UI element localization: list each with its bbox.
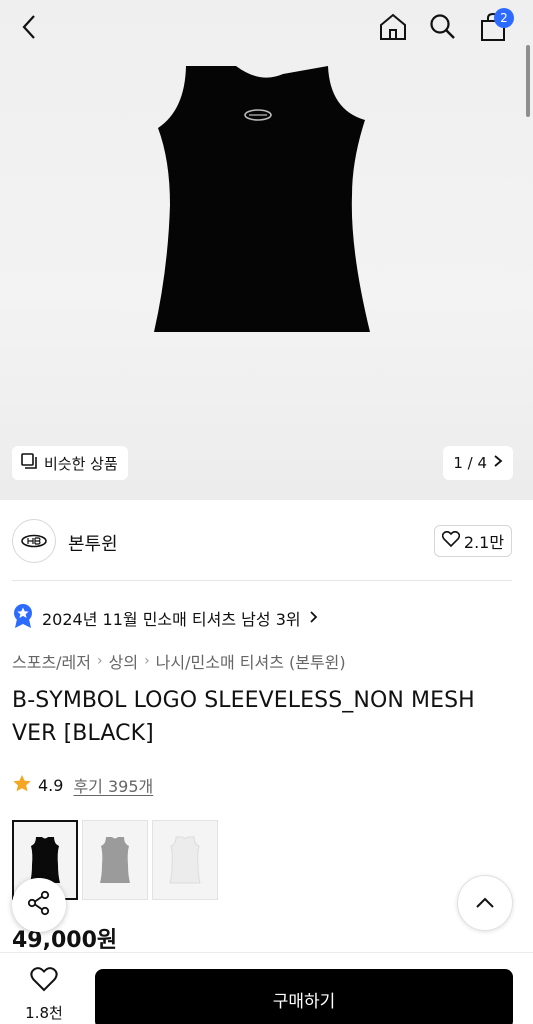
rating-row[interactable]: 4.9 후기 395개 (12, 772, 153, 798)
share-button[interactable] (12, 878, 66, 932)
rating-value: 4.9 (38, 775, 64, 795)
review-count-link[interactable]: 후기 395개 (73, 773, 153, 797)
heart-icon (30, 967, 58, 996)
chevron-right-icon: › (144, 653, 150, 669)
search-button[interactable] (424, 10, 462, 48)
back-button[interactable] (10, 10, 48, 48)
cart-count-badge: 2 (494, 8, 514, 28)
breadcrumb-item[interactable]: 상의 (109, 649, 138, 673)
variant-thumb-gray[interactable] (82, 820, 148, 900)
similar-products-label: 비슷한 상품 (44, 454, 118, 473)
heart-icon (441, 530, 461, 551)
breadcrumb: 스포츠/레저 › 상의 › 나시/민소매 티셔츠 (본투윈) (12, 650, 346, 672)
bottom-action-bar: 1.8천 구매하기 (0, 952, 533, 1024)
search-icon (429, 13, 457, 45)
divider (12, 580, 512, 581)
breadcrumb-item[interactable]: 나시/민소매 티셔츠 (본투윈) (156, 649, 346, 673)
buy-button[interactable]: 구매하기 (95, 969, 513, 1024)
share-icon (26, 890, 52, 920)
wishlist-button[interactable]: 1.8천 (14, 967, 74, 1024)
image-pager[interactable]: 1 / 4 (443, 446, 513, 480)
chevron-left-icon (21, 14, 37, 44)
tank-top-image (154, 66, 370, 332)
brand-like-count: 2.1만 (463, 533, 505, 552)
image-pager-text: 1 / 4 (453, 454, 487, 472)
home-icon (378, 12, 408, 46)
brand-row[interactable]: 본투윈 2.1만 (0, 500, 533, 580)
chevron-right-icon: › (97, 653, 103, 669)
similar-products-button[interactable]: 비슷한 상품 (12, 446, 128, 480)
product-title: B-SYMBOL LOGO SLEEVELESS_NON MESH VER [B… (12, 688, 475, 746)
similar-icon (20, 452, 38, 474)
brand-like-button[interactable]: 2.1만 (434, 525, 512, 557)
brand-name[interactable]: 본투윈 (68, 530, 118, 556)
ranking-text: 2024년 11월 민소매 티셔츠 남성 3위 (42, 610, 301, 629)
ranking-link[interactable]: 2024년 11월 민소매 티셔츠 남성 3위 (12, 604, 318, 632)
scrollbar[interactable] (526, 45, 530, 117)
product-hero-image[interactable]: 비슷한 상품 1 / 4 (0, 0, 533, 500)
home-button[interactable] (374, 10, 412, 48)
brand-logo[interactable] (12, 519, 56, 563)
star-icon (12, 774, 32, 797)
variant-thumb-white[interactable] (152, 820, 218, 900)
breadcrumb-item[interactable]: 스포츠/레저 (12, 649, 91, 673)
chevron-up-icon (475, 894, 495, 913)
chevron-right-icon (309, 609, 318, 628)
scroll-to-top-button[interactable] (457, 875, 513, 931)
cart-button[interactable]: 2 (474, 8, 514, 48)
chevron-right-icon (493, 454, 503, 472)
wishlist-count: 1.8천 (25, 1004, 63, 1022)
ranking-badge-icon (12, 603, 34, 633)
